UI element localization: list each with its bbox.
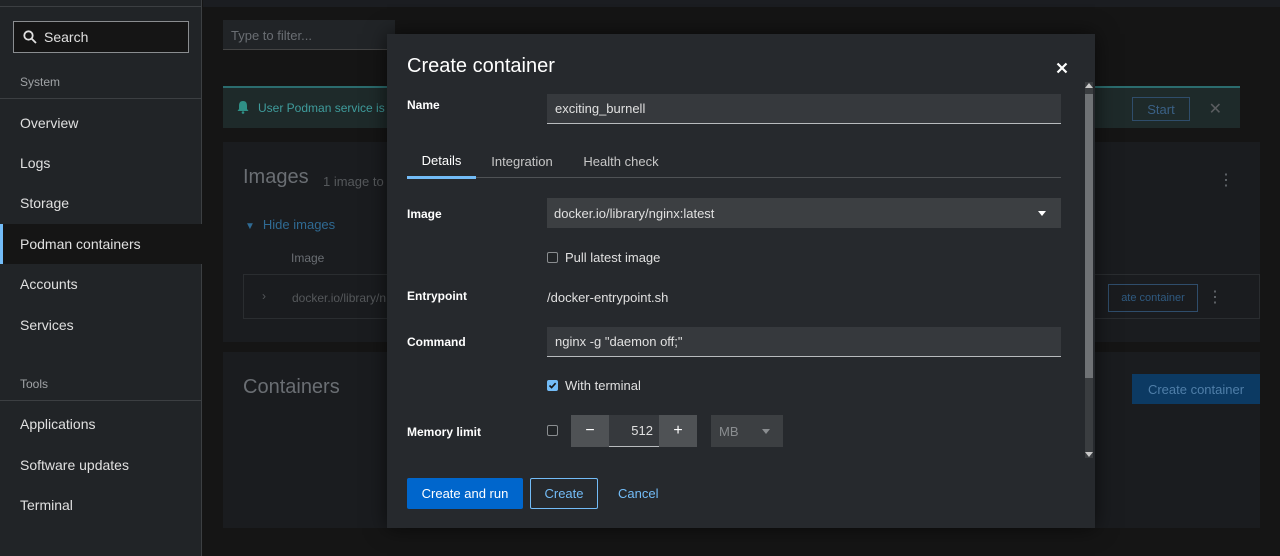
sidebar-item-services[interactable]: Services [0, 305, 202, 345]
tab-health-check[interactable]: Health check [568, 145, 674, 177]
hide-images-label: Hide images [262, 217, 336, 232]
nav-section-system: System [20, 75, 61, 89]
sidebar-search-box[interactable]: Search [13, 21, 189, 53]
sidebar-item-overview[interactable]: Overview [0, 103, 202, 143]
create-and-run-button[interactable]: Create and run [407, 478, 523, 509]
containers-title: Containers [243, 376, 340, 398]
bell-icon [237, 101, 249, 114]
create-button[interactable]: Create [530, 478, 598, 509]
pull-latest-label[interactable]: Pull latest image [565, 250, 660, 265]
sidebar-item-logs[interactable]: Logs [0, 143, 202, 183]
sidebar: Search System Overview Logs Storage Podm… [0, 0, 202, 556]
command-input[interactable]: nginx -g "daemon off;" [547, 327, 1061, 357]
pull-latest-checkbox[interactable] [547, 252, 558, 263]
memory-unit-select[interactable]: MB [711, 415, 783, 447]
caret-down-icon [1038, 211, 1046, 216]
memory-stepper: − 512 + [571, 415, 697, 447]
tab-details[interactable]: Details [407, 145, 476, 179]
nav-section-tools: Tools [20, 377, 49, 391]
memory-value-input[interactable]: 512 [609, 415, 659, 447]
image-select-value: docker.io/library/nginx:latest [554, 205, 715, 221]
search-icon [23, 30, 37, 44]
sidebar-item-podman-containers[interactable]: Podman containers [0, 224, 202, 264]
dialog-scrollbar[interactable] [1083, 82, 1093, 458]
tab-integration[interactable]: Integration [476, 145, 568, 177]
sidebar-item-applications[interactable]: Applications [0, 404, 202, 444]
command-label: Command [407, 335, 466, 349]
sidebar-top-divider [0, 0, 201, 7]
dialog-title: Create container [407, 55, 555, 77]
images-subtitle: 1 image to [323, 174, 384, 189]
image-row-name: docker.io/library/n [292, 291, 387, 305]
close-icon[interactable] [1055, 61, 1069, 75]
entrypoint-value: /docker-entrypoint.sh [547, 290, 669, 305]
cancel-button[interactable]: Cancel [618, 478, 658, 509]
nav-divider [0, 400, 202, 401]
create-container-dialog: Create container Name exciting_burnell D… [387, 34, 1095, 528]
hide-images-toggle[interactable]: ▼ Hide images [245, 217, 335, 232]
chevron-right-icon[interactable]: › [262, 289, 266, 303]
alert-close-icon[interactable]: ✕ [1209, 99, 1222, 119]
row-create-container-button[interactable]: ate container [1108, 284, 1198, 312]
filter-input[interactable]: Type to filter... [223, 20, 395, 50]
image-label: Image [407, 207, 442, 221]
memory-unit-value: MB [719, 423, 739, 439]
with-terminal-label[interactable]: With terminal [565, 378, 641, 393]
chevron-down-icon: ▼ [245, 221, 255, 232]
name-input[interactable]: exciting_burnell [547, 94, 1061, 124]
images-column-header: Image [291, 251, 325, 265]
memory-limit-checkbox[interactable] [547, 425, 558, 436]
dialog-tabs: Details Integration Health check [407, 145, 1061, 179]
sidebar-item-terminal[interactable]: Terminal [0, 485, 202, 525]
name-label: Name [407, 98, 440, 112]
plus-button[interactable]: + [659, 415, 697, 447]
checkmark-icon [548, 382, 557, 389]
start-service-button[interactable]: Start [1132, 97, 1190, 121]
create-container-button[interactable]: Create container [1132, 374, 1260, 404]
sidebar-item-software-updates[interactable]: Software updates [0, 445, 202, 485]
row-kebab-icon[interactable]: ⋮ [1207, 287, 1223, 307]
minus-button[interactable]: − [571, 415, 609, 447]
sidebar-item-storage[interactable]: Storage [0, 183, 202, 223]
nav-divider [0, 98, 202, 99]
alert-text: User Podman service is [258, 101, 385, 115]
caret-down-icon [762, 429, 770, 434]
sidebar-item-accounts[interactable]: Accounts [0, 264, 202, 304]
image-select[interactable]: docker.io/library/nginx:latest [547, 198, 1061, 228]
with-terminal-checkbox[interactable] [547, 380, 558, 391]
page-top-strip [203, 0, 1280, 7]
scroll-down-icon[interactable] [1085, 452, 1093, 457]
scroll-up-icon[interactable] [1085, 83, 1093, 88]
entrypoint-label: Entrypoint [407, 289, 467, 303]
memory-limit-label: Memory limit [407, 425, 482, 439]
images-title: Images [243, 166, 309, 188]
scrollbar-thumb[interactable] [1085, 94, 1093, 378]
search-label: Search [44, 29, 89, 45]
images-kebab-icon[interactable]: ⋮ [1218, 170, 1234, 190]
